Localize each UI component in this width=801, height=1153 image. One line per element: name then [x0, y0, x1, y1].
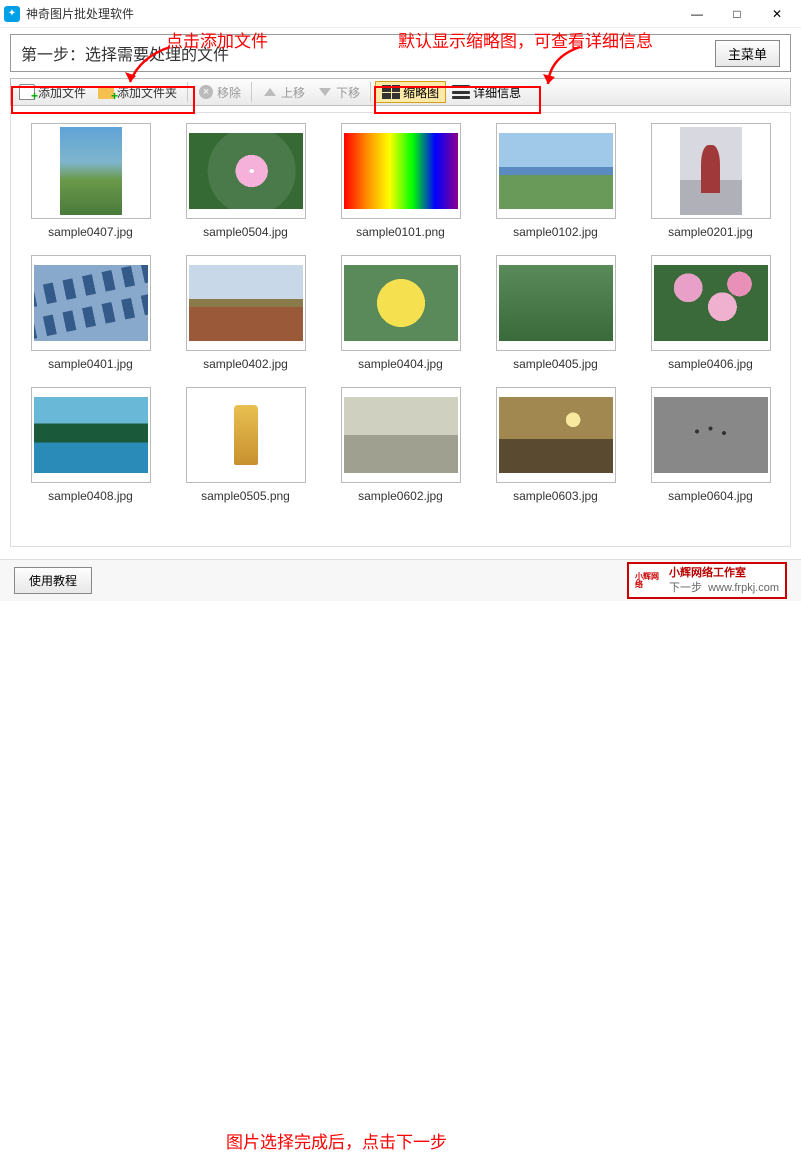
app-icon: ✦ — [4, 6, 20, 22]
thumbnail-label: 缩略图 — [403, 84, 439, 101]
thumbnail-item[interactable]: sample0404.jpg — [333, 255, 468, 371]
add-folder-icon — [98, 84, 114, 100]
grid-container: sample0407.jpg sample0504.jpg sample0101.p… — [23, 123, 778, 503]
details-view-button[interactable]: 详细信息 — [446, 81, 527, 103]
thumbnail-view-button[interactable]: 缩略图 — [375, 81, 446, 103]
thumbnail-label: sample0504.jpg — [203, 225, 288, 239]
minimize-button[interactable]: — — [677, 0, 717, 28]
thumbnail-item[interactable]: sample0505.png — [178, 387, 313, 503]
thumbnail-item[interactable]: sample0102.jpg — [488, 123, 623, 239]
move-down-button[interactable]: 下移 — [311, 81, 366, 103]
thumbnail-item[interactable]: sample0408.jpg — [23, 387, 158, 503]
thumbnail-image — [186, 123, 306, 219]
thumbnail-label: sample0102.jpg — [513, 225, 598, 239]
thumbnail-image — [31, 123, 151, 219]
window-controls: — □ ✕ — [677, 0, 797, 28]
step-header: 第一步：选择需要处理的文件 主菜单 — [10, 34, 791, 72]
thumbnail-item[interactable]: sample0201.jpg — [643, 123, 778, 239]
thumbnail-label: sample0408.jpg — [48, 489, 133, 503]
app-title: 神奇图片批处理软件 — [26, 5, 677, 22]
thumbnail-image — [341, 387, 461, 483]
thumbnail-image — [341, 123, 461, 219]
thumbnail-image — [651, 123, 771, 219]
arrow-up-icon — [262, 84, 278, 100]
watermark-logo: 小辉网络 — [635, 568, 663, 594]
add-folder-label: 添加文件夹 — [117, 84, 177, 101]
thumbnail-label: sample0604.jpg — [668, 489, 753, 503]
thumbnail-image — [31, 255, 151, 351]
thumbnail-image — [31, 387, 151, 483]
thumbnail-item[interactable]: sample0604.jpg — [643, 387, 778, 503]
footer-right: 小辉网络 小辉网络工作室 下一步 www.frpkj.com — [627, 562, 787, 599]
remove-button[interactable]: × 移除 — [192, 81, 247, 103]
remove-label: 移除 — [217, 84, 241, 101]
thumbnail-label: sample0201.jpg — [668, 225, 753, 239]
footer: 使用教程 图片选择完成后，点击下一步 小辉网络 小辉网络工作室 下一步 www.… — [0, 559, 801, 601]
move-up-label: 上移 — [281, 84, 305, 101]
maximize-button[interactable]: □ — [717, 0, 757, 28]
toolbar: 添加文件 添加文件夹 × 移除 上移 下移 缩略图 详细信息 — [10, 78, 791, 106]
thumbnail-item[interactable]: sample0401.jpg — [23, 255, 158, 371]
watermark-text: 小辉网络工作室 下一步 www.frpkj.com — [669, 566, 779, 595]
move-down-label: 下移 — [336, 84, 360, 101]
thumbnail-image — [651, 255, 771, 351]
thumbnail-label: sample0402.jpg — [203, 357, 288, 371]
thumbnail-item[interactable]: sample0407.jpg — [23, 123, 158, 239]
thumbnail-item[interactable]: sample0405.jpg — [488, 255, 623, 371]
thumbnail-image — [496, 123, 616, 219]
thumbnail-item[interactable]: sample0402.jpg — [178, 255, 313, 371]
thumbnail-image — [341, 255, 461, 351]
thumbnail-image — [186, 255, 306, 351]
thumbnail-label: sample0407.jpg — [48, 225, 133, 239]
thumbnail-label: sample0404.jpg — [358, 357, 443, 371]
watermark-line2: 下一步 www.frpkj.com — [669, 581, 779, 595]
tutorial-button[interactable]: 使用教程 — [14, 567, 92, 594]
thumbnail-item[interactable]: sample0602.jpg — [333, 387, 468, 503]
thumbnail-label: sample0101.png — [356, 225, 445, 239]
thumbnail-label: sample0406.jpg — [668, 357, 753, 371]
toolbar-separator — [187, 82, 188, 102]
add-folder-button[interactable]: 添加文件夹 — [92, 81, 183, 103]
thumbnail-image — [186, 387, 306, 483]
toolbar-separator — [370, 82, 371, 102]
close-button[interactable]: ✕ — [757, 0, 797, 28]
move-up-button[interactable]: 上移 — [256, 81, 311, 103]
file-grid[interactable]: sample0407.jpg sample0504.jpg sample0101.p… — [10, 112, 791, 547]
thumbnail-label: sample0505.png — [201, 489, 290, 503]
annotation-after-select: 图片选择完成后，点击下一步 — [226, 1128, 447, 1153]
thumbnail-item[interactable]: sample0504.jpg — [178, 123, 313, 239]
thumbnail-item[interactable]: sample0101.png — [333, 123, 468, 239]
step-title: 第一步：选择需要处理的文件 — [21, 41, 715, 65]
thumbnail-image — [651, 387, 771, 483]
toolbar-separator — [251, 82, 252, 102]
thumbnail-label: sample0401.jpg — [48, 357, 133, 371]
list-icon — [452, 85, 470, 99]
thumbnail-label: sample0405.jpg — [513, 357, 598, 371]
details-label: 详细信息 — [473, 84, 521, 101]
thumbnail-label: sample0603.jpg — [513, 489, 598, 503]
main-menu-button[interactable]: 主菜单 — [715, 40, 780, 67]
add-file-button[interactable]: 添加文件 — [13, 81, 92, 103]
arrow-down-icon — [317, 84, 333, 100]
add-file-icon — [19, 84, 35, 100]
remove-icon: × — [198, 84, 214, 100]
thumbnail-icon — [382, 85, 400, 99]
watermark: 小辉网络 小辉网络工作室 下一步 www.frpkj.com — [627, 562, 787, 599]
titlebar: ✦ 神奇图片批处理软件 — □ ✕ — [0, 0, 801, 28]
thumbnail-image — [496, 387, 616, 483]
thumbnail-item[interactable]: sample0406.jpg — [643, 255, 778, 371]
thumbnail-label: sample0602.jpg — [358, 489, 443, 503]
watermark-line1: 小辉网络工作室 — [669, 566, 779, 580]
thumbnail-image — [496, 255, 616, 351]
thumbnail-item[interactable]: sample0603.jpg — [488, 387, 623, 503]
add-file-label: 添加文件 — [38, 84, 86, 101]
